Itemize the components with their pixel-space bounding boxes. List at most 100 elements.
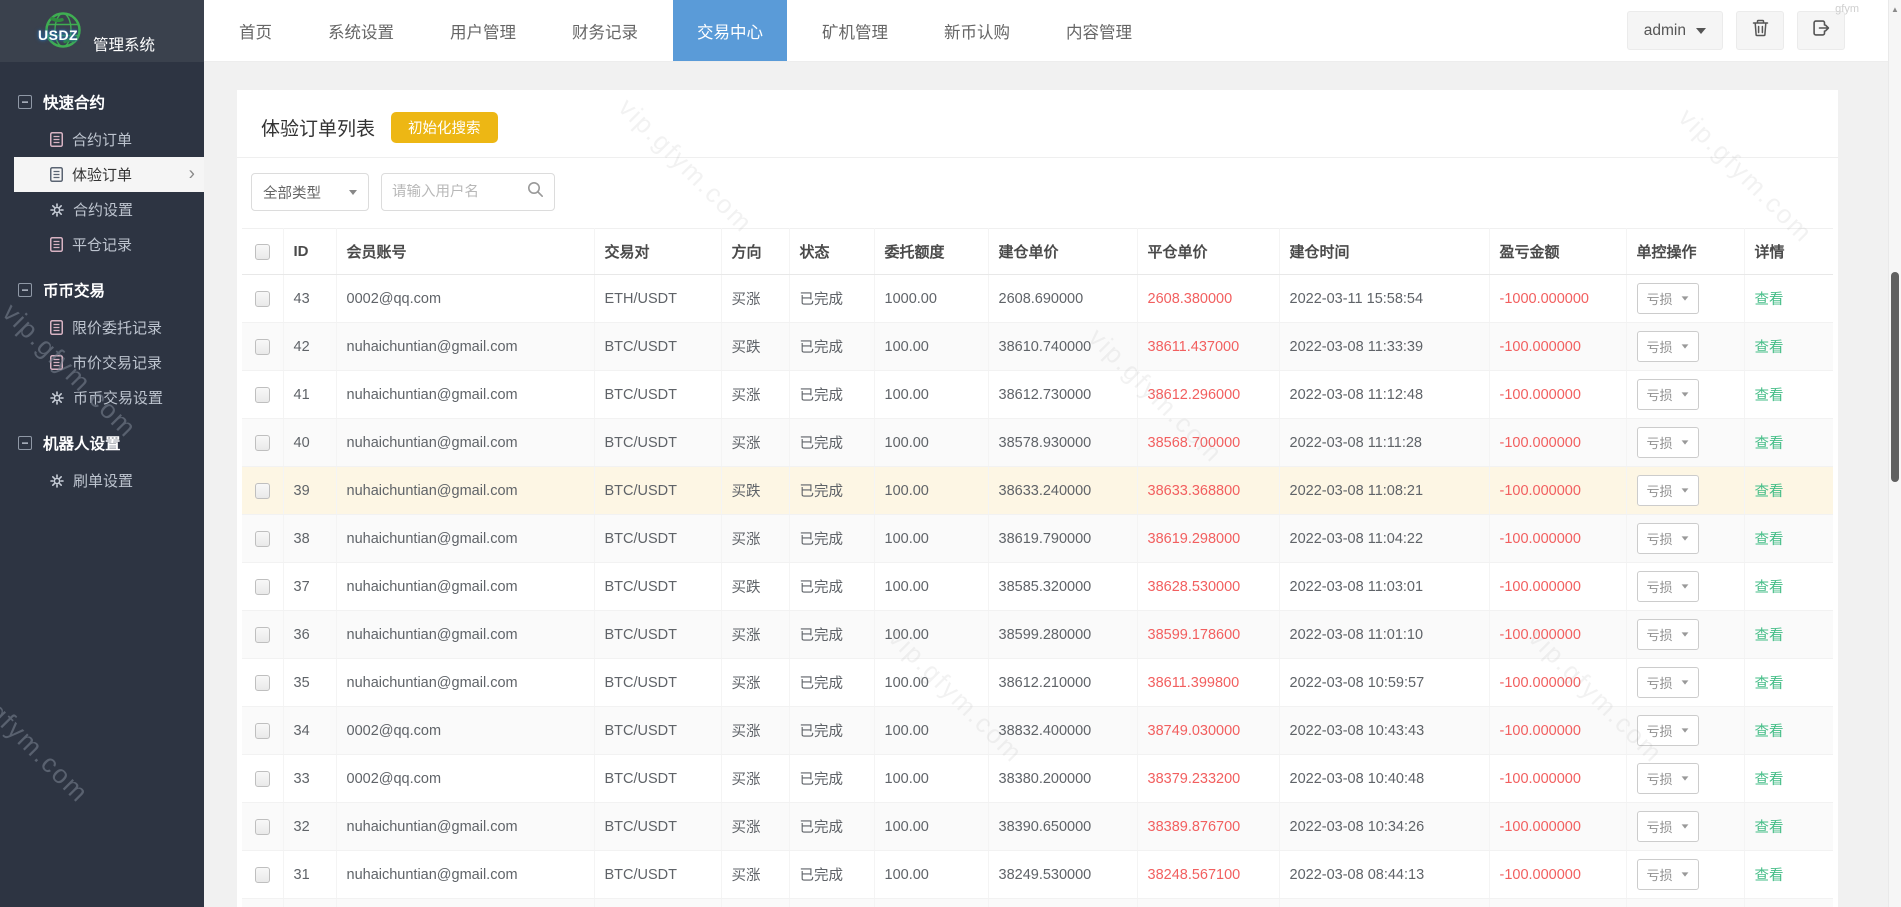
list-icon xyxy=(50,320,63,335)
control-select[interactable]: 亏损 xyxy=(1637,667,1699,698)
cell-pnl: -100.000000 xyxy=(1489,899,1626,907)
view-detail-link[interactable]: 查看 xyxy=(1755,340,1784,356)
vertical-scrollbar[interactable] xyxy=(1888,0,1901,907)
cell-status: 已完成 xyxy=(789,899,874,907)
row-checkbox[interactable] xyxy=(255,579,270,595)
sidebar-item-刷单设置[interactable]: 刷单设置 xyxy=(0,463,204,498)
row-checkbox[interactable] xyxy=(255,435,270,451)
cell-direction: 买涨 xyxy=(721,899,789,907)
control-select[interactable]: 亏损 xyxy=(1637,715,1699,746)
sidebar-section-header[interactable]: 快速合约 xyxy=(0,82,204,122)
control-select[interactable]: 亏损 xyxy=(1637,523,1699,554)
scroll-up-icon[interactable] xyxy=(1889,2,1901,16)
sidebar-item-平仓记录[interactable]: 平仓记录 xyxy=(0,227,204,262)
row-checkbox[interactable] xyxy=(255,387,270,403)
view-detail-link[interactable]: 查看 xyxy=(1755,724,1784,740)
row-checkbox[interactable] xyxy=(255,675,270,691)
row-checkbox[interactable] xyxy=(255,531,270,547)
select-all-checkbox[interactable] xyxy=(255,244,270,260)
list-icon xyxy=(50,355,63,370)
control-select[interactable]: 亏损 xyxy=(1637,331,1699,362)
gear-icon xyxy=(50,474,64,488)
nav-item-财务记录[interactable]: 财务记录 xyxy=(551,0,659,61)
view-detail-link[interactable]: 查看 xyxy=(1755,532,1784,548)
sidebar-item-合约设置[interactable]: 合约设置 xyxy=(0,192,204,227)
cell-pair: BTC/USDT xyxy=(594,659,721,707)
row-checkbox[interactable] xyxy=(255,723,270,739)
cell-status: 已完成 xyxy=(789,275,874,323)
logout-button[interactable] xyxy=(1797,11,1845,50)
caret-down-icon xyxy=(1681,632,1688,636)
cell-direction: 买涨 xyxy=(721,611,789,659)
cell-id: 30 xyxy=(283,899,336,907)
collapse-minus-icon xyxy=(18,95,32,109)
admin-dropdown[interactable]: admin xyxy=(1627,11,1723,50)
control-select[interactable]: 亏损 xyxy=(1637,811,1699,842)
cell-close-price: 38619.298000 xyxy=(1137,515,1279,563)
sidebar-item-币币交易设置[interactable]: 币币交易设置 xyxy=(0,380,204,415)
row-checkbox[interactable] xyxy=(255,771,270,787)
nav-item-首页[interactable]: 首页 xyxy=(218,0,293,61)
type-select[interactable]: 全部类型 xyxy=(251,173,369,211)
reset-search-button[interactable]: 初始化搜索 xyxy=(391,112,498,143)
sidebar-section-header[interactable]: 机器人设置 xyxy=(0,423,204,463)
view-detail-link[interactable]: 查看 xyxy=(1755,484,1784,500)
cell-id: 31 xyxy=(283,851,336,899)
cell-status: 已完成 xyxy=(789,323,874,371)
caret-down-icon xyxy=(1681,440,1688,444)
control-select[interactable]: 亏损 xyxy=(1637,283,1699,314)
control-select[interactable]: 亏损 xyxy=(1637,379,1699,410)
sidebar-item-市价交易记录[interactable]: 市价交易记录 xyxy=(0,345,204,380)
control-select[interactable]: 亏损 xyxy=(1637,571,1699,602)
control-select[interactable]: 亏损 xyxy=(1637,619,1699,650)
view-detail-link[interactable]: 查看 xyxy=(1755,820,1784,836)
sidebar-item-合约订单[interactable]: 合约订单 xyxy=(0,122,204,157)
row-checkbox[interactable] xyxy=(255,867,270,883)
nav-item-内容管理[interactable]: 内容管理 xyxy=(1045,0,1153,61)
scrollbar-thumb[interactable] xyxy=(1891,272,1899,482)
column-header-单控操作: 单控操作 xyxy=(1626,229,1744,275)
sidebar-section-header[interactable]: 币币交易 xyxy=(0,270,204,310)
row-checkbox[interactable] xyxy=(255,819,270,835)
view-detail-link[interactable]: 查看 xyxy=(1755,868,1784,884)
view-detail-link[interactable]: 查看 xyxy=(1755,292,1784,308)
table-row: 40 nuhaichuntian@gmail.com BTC/USDT 买涨 已… xyxy=(242,419,1833,467)
control-select[interactable]: 亏损 xyxy=(1637,763,1699,794)
cell-pair: BTC/USDT xyxy=(594,419,721,467)
view-detail-link[interactable]: 查看 xyxy=(1755,676,1784,692)
cell-open-price: 38390.650000 xyxy=(988,803,1137,851)
username-input[interactable] xyxy=(392,184,527,200)
caret-down-icon xyxy=(1681,680,1688,684)
cell-status: 已完成 xyxy=(789,611,874,659)
table-row: 31 nuhaichuntian@gmail.com BTC/USDT 买涨 已… xyxy=(242,851,1833,899)
view-detail-link[interactable]: 查看 xyxy=(1755,436,1784,452)
row-checkbox[interactable] xyxy=(255,483,270,499)
cell-direction: 买涨 xyxy=(721,707,789,755)
view-detail-link[interactable]: 查看 xyxy=(1755,772,1784,788)
control-select[interactable]: 亏损 xyxy=(1637,427,1699,458)
sidebar-item-限价委托记录[interactable]: 限价委托记录 xyxy=(0,310,204,345)
row-checkbox[interactable] xyxy=(255,291,270,307)
control-select[interactable]: 亏损 xyxy=(1637,475,1699,506)
sidebar-item-label: 币币交易设置 xyxy=(73,387,163,408)
nav-item-用户管理[interactable]: 用户管理 xyxy=(429,0,537,61)
nav-item-新币认购[interactable]: 新币认购 xyxy=(923,0,1031,61)
table-row: 30 nuhaichuntian@gmail.com BTC/USDT 买涨 已… xyxy=(242,899,1833,907)
row-checkbox[interactable] xyxy=(255,339,270,355)
cell-amount: 100.00 xyxy=(874,659,988,707)
cell-status: 已完成 xyxy=(789,707,874,755)
nav-item-矿机管理[interactable]: 矿机管理 xyxy=(801,0,909,61)
column-header-详情: 详情 xyxy=(1744,229,1833,275)
cell-open-time: 2022-03-08 10:43:43 xyxy=(1279,707,1489,755)
nav-item-系统设置[interactable]: 系统设置 xyxy=(307,0,415,61)
sidebar-item-体验订单[interactable]: 体验订单 xyxy=(14,157,204,192)
nav-item-交易中心[interactable]: 交易中心 xyxy=(673,0,787,61)
main-content: vip.gfym.com vip.gfym.com vip.gfym.com v… xyxy=(204,62,1901,907)
trash-button[interactable] xyxy=(1736,11,1784,50)
view-detail-link[interactable]: 查看 xyxy=(1755,580,1784,596)
view-detail-link[interactable]: 查看 xyxy=(1755,628,1784,644)
control-select[interactable]: 亏损 xyxy=(1637,859,1699,890)
row-checkbox[interactable] xyxy=(255,627,270,643)
view-detail-link[interactable]: 查看 xyxy=(1755,388,1784,404)
cell-direction: 买涨 xyxy=(721,275,789,323)
